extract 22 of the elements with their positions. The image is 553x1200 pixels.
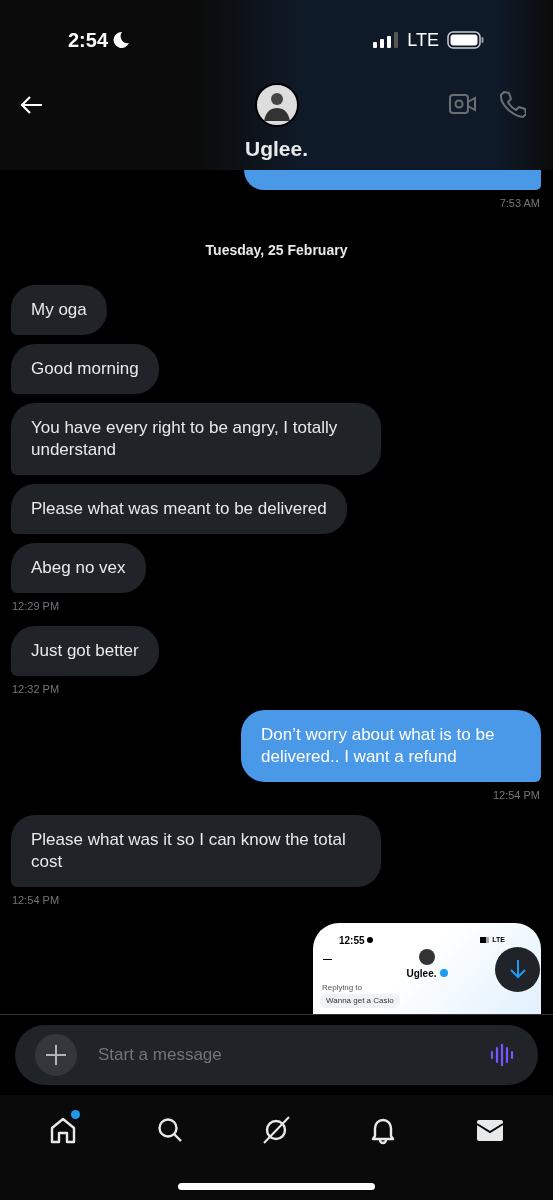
message-time: 12:54 PM — [12, 893, 60, 908]
status-time: 12:55 — [339, 933, 365, 948]
received-message-bubble: Just got better — [11, 626, 159, 676]
message-composer[interactable]: Start a message — [15, 1025, 538, 1085]
status-time: 2:54 — [68, 28, 109, 53]
date-divider: Tuesday, 25 February — [205, 240, 348, 260]
received-message-bubble: Please what was it so I can know the total cost — [11, 815, 381, 887]
message-time: 7:53 AM — [499, 196, 540, 211]
received-message-bubble: Abeg no vex — [11, 542, 146, 593]
reply-label: Replying to — [322, 982, 364, 992]
sent-message-bubble: Don’t worry about what is to be delivered.. I want a refund — [241, 709, 541, 782]
contact-name: Uglee. — [406, 966, 437, 981]
quoted-message: Wanna get a Casio — [320, 993, 400, 1008]
network-label: LTE — [407, 28, 439, 52]
contact-name: Uglee. — [245, 136, 308, 162]
received-message-bubble: Good morning — [11, 343, 159, 394]
message-time: 12:32 PM — [12, 682, 60, 697]
message-time: 12:29 PM — [12, 598, 60, 614]
received-message-bubble: Please what was meant to be delivered — [11, 483, 347, 534]
received-message-bubble: My oga — [11, 284, 107, 335]
received-message-bubble: You have every right to be angry, I totally understand — [11, 402, 381, 475]
message-time: 12:54 PM — [492, 787, 540, 803]
